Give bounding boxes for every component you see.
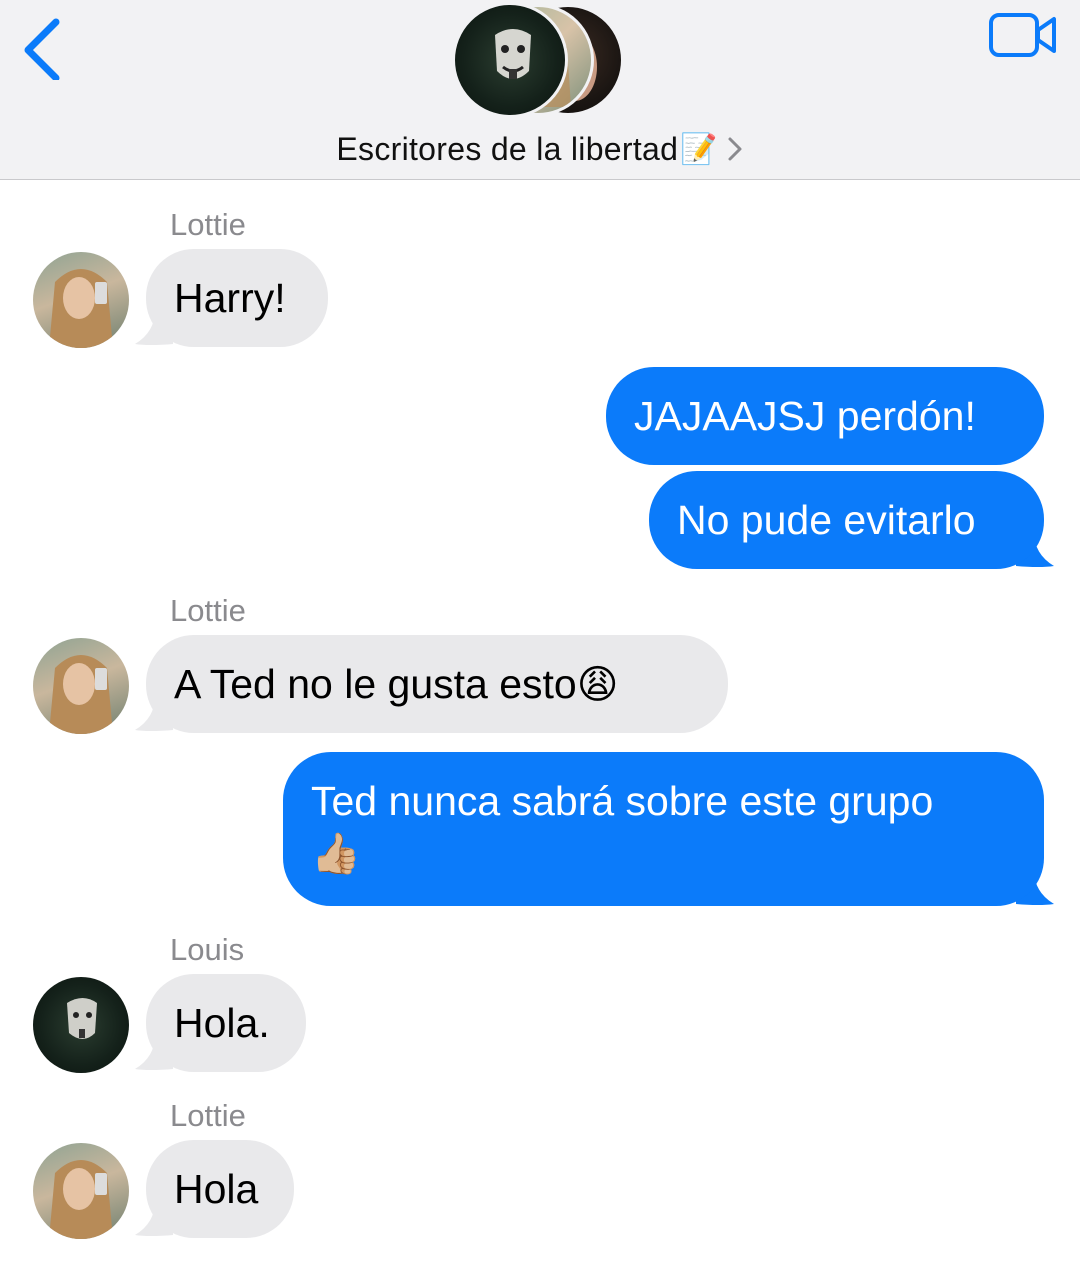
video-call-button[interactable] [988, 12, 1060, 60]
avatar-lottie[interactable] [33, 1143, 129, 1239]
memo-emoji: 📝 [680, 132, 718, 166]
message-text: JAJAAJSJ perdón! [634, 393, 976, 439]
message-bubble[interactable]: Ted nunca sabrá sobre este grupo 👍🏼 [283, 752, 1044, 906]
message-text: No pude evitarlo [677, 497, 976, 543]
message-text: A Ted no le gusta esto [174, 661, 577, 707]
weary-face-emoji: 😩 [576, 663, 619, 707]
chevron-left-icon [24, 18, 60, 82]
message-text: Hola. [174, 1000, 270, 1046]
message-bubble[interactable]: Hola [146, 1140, 294, 1238]
group-title-button[interactable]: Escritores de la libertad 📝 [0, 124, 1080, 174]
message-bubble[interactable]: Harry! [146, 249, 328, 347]
avatar-lottie[interactable] [33, 638, 129, 734]
avatar-louis[interactable] [33, 977, 129, 1073]
avatar-lottie[interactable] [33, 252, 129, 348]
sender-name: Lottie [170, 207, 246, 242]
chevron-right-icon [728, 137, 742, 161]
sender-name: Lottie [170, 1098, 246, 1133]
message-bubble[interactable]: No pude evitarlo [649, 471, 1044, 569]
message-bubble[interactable]: JAJAAJSJ perdón! [606, 367, 1044, 465]
message-text: Ted nunca sabrá sobre este grupo [311, 778, 934, 824]
messages-screen: Escritores de la libertad 📝 Lottie Harry… [0, 0, 1080, 1262]
message-bubble[interactable]: Hola. [146, 974, 306, 1072]
message-text: Hola [174, 1166, 259, 1212]
message-text: Harry! [174, 275, 286, 321]
back-button[interactable] [16, 8, 72, 82]
group-title: Escritores de la libertad [336, 130, 679, 167]
thumbs-up-emoji: 👍🏼 [311, 832, 361, 876]
sender-name: Louis [170, 932, 245, 967]
sender-name: Lottie [170, 593, 246, 628]
conversation-header: Escritores de la libertad 📝 [0, 0, 1080, 180]
group-member-avatar-1 [452, 2, 568, 118]
video-camera-icon [989, 13, 1056, 57]
group-avatar-stack[interactable] [452, 2, 628, 118]
message-bubble[interactable]: A Ted no le gusta esto😩 [146, 635, 728, 733]
